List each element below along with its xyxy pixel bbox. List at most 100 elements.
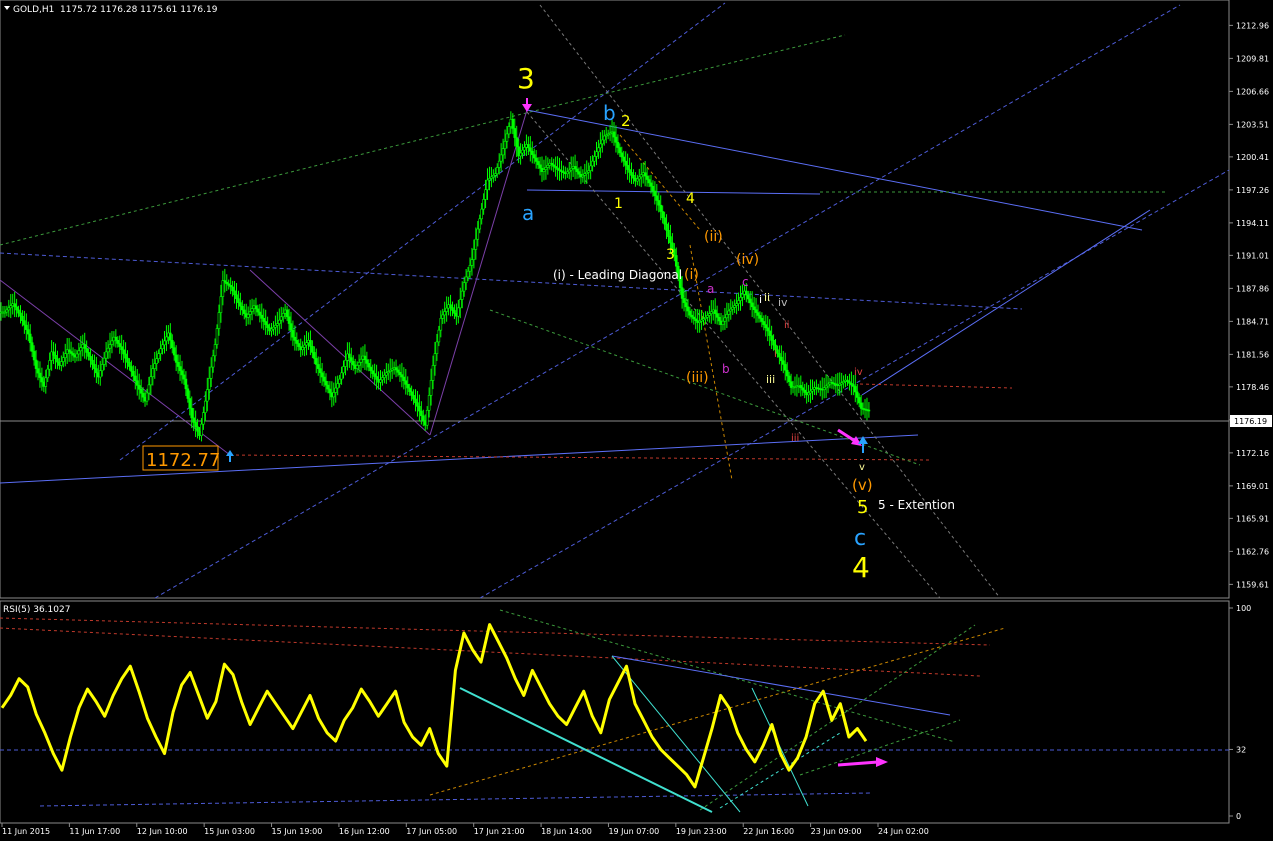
candle-body: [369, 366, 373, 372]
candle-body: [379, 379, 382, 383]
collapse-triangle-icon[interactable]: [4, 6, 10, 10]
candle-body: [462, 282, 466, 292]
candle-body: [15, 306, 18, 311]
chart-canvas: GOLD,H1 1175.72 1176.28 1175.61 1176.19 …: [0, 0, 1272, 836]
trendline-blue-dash-up: [154, 4, 1181, 599]
candle-body: [770, 335, 773, 341]
candle-body: [170, 340, 174, 348]
candle-body: [639, 174, 643, 178]
candle-body: [713, 309, 717, 314]
candle-body: [89, 356, 92, 361]
candle-body: [781, 360, 785, 365]
candle-body: [501, 148, 505, 156]
candle-body: [717, 316, 721, 322]
candle-body: [632, 175, 635, 179]
trendline-green-dash-2: [529, 34, 846, 113]
candle-body: [546, 165, 550, 168]
price-tick-label: 1187.86: [1236, 284, 1269, 293]
time-tick-label: 19 Jun 07:00: [608, 827, 659, 836]
candle-body: [476, 228, 480, 240]
candle-body: [752, 306, 756, 310]
candle-body: [435, 341, 439, 354]
candle-body: [466, 270, 470, 278]
candle-body: [75, 353, 79, 358]
wave-2: 2: [621, 112, 631, 130]
candle-body: [460, 290, 464, 300]
candle-body: [499, 154, 503, 162]
time-tick-label: 23 Jun 09:00: [811, 827, 862, 836]
candle-body: [453, 310, 456, 314]
candle-body: [449, 304, 452, 308]
candle-body: [577, 171, 581, 175]
candle-body: [626, 165, 629, 170]
candle-body: [314, 358, 318, 365]
candle-body: [318, 368, 322, 374]
candle-body: [532, 154, 536, 159]
candle-body: [593, 156, 596, 162]
candle-body: [17, 309, 20, 314]
candle-body: [285, 309, 289, 318]
candle-body: [371, 370, 375, 374]
candle-body: [657, 200, 661, 206]
trend-lines: [0, 2, 1230, 599]
candle-body: [28, 333, 32, 343]
current-price-tag: 1176.19: [1230, 415, 1272, 427]
candle-body: [431, 365, 435, 381]
candle-body: [205, 389, 209, 402]
candle-body: [486, 179, 489, 191]
trendline-blue-dash: [0, 252, 1023, 310]
wave-4-small: 4: [686, 191, 695, 207]
candle-body: [281, 313, 285, 318]
candle-body: [246, 314, 250, 318]
roman-i-red: i: [774, 349, 777, 360]
candle-body: [396, 369, 400, 373]
candle-body: [385, 372, 388, 376]
price-tick-label: 1178.46: [1236, 383, 1269, 392]
candle-body: [60, 361, 63, 366]
rsi-trend-lines: [0, 609, 1229, 813]
sub-b: b: [722, 362, 730, 376]
candle-body: [141, 392, 145, 398]
candle-body: [674, 255, 678, 267]
candle-body: [760, 318, 764, 322]
wave-3-small: 3: [666, 247, 675, 263]
candle-body: [149, 376, 153, 386]
candle-body: [132, 370, 135, 377]
candle-body: [410, 391, 413, 396]
candle-body: [458, 299, 462, 309]
candle-body: [52, 351, 55, 356]
candle-body: [316, 364, 320, 369]
candle-body: [801, 387, 805, 391]
candle-body: [601, 139, 604, 145]
candle-body: [79, 347, 83, 352]
candle-body: [176, 362, 180, 367]
candle-body: [457, 307, 460, 317]
candle-body: [44, 377, 48, 387]
candle-body: [155, 358, 159, 364]
candle-body: [451, 307, 454, 311]
candle-body: [133, 375, 137, 381]
candle-body: [418, 406, 421, 412]
candle-body: [857, 397, 861, 404]
candle-body: [157, 353, 160, 359]
candle-body: [427, 395, 431, 411]
candle-body: [663, 217, 666, 225]
roman-ii: ii: [764, 291, 770, 304]
wave-a: a: [522, 201, 534, 225]
candle-body: [295, 340, 299, 344]
candle-body: [651, 186, 655, 192]
candle-body: [200, 423, 203, 436]
candle-body: [527, 144, 530, 149]
candle-body: [443, 311, 447, 316]
candle-body: [772, 340, 775, 346]
candle-body: [108, 344, 112, 349]
candle-body: [287, 316, 291, 324]
candle-body: [645, 175, 649, 180]
time-tick-label: 11 Jun 2015: [2, 827, 50, 836]
price-tick-label: 1181.56: [1236, 350, 1269, 359]
candle-body: [867, 409, 871, 412]
symbol-label: GOLD,H1: [13, 5, 54, 15]
candle-body: [628, 169, 631, 173]
candle-body: [120, 346, 123, 351]
candle-body: [180, 370, 184, 376]
